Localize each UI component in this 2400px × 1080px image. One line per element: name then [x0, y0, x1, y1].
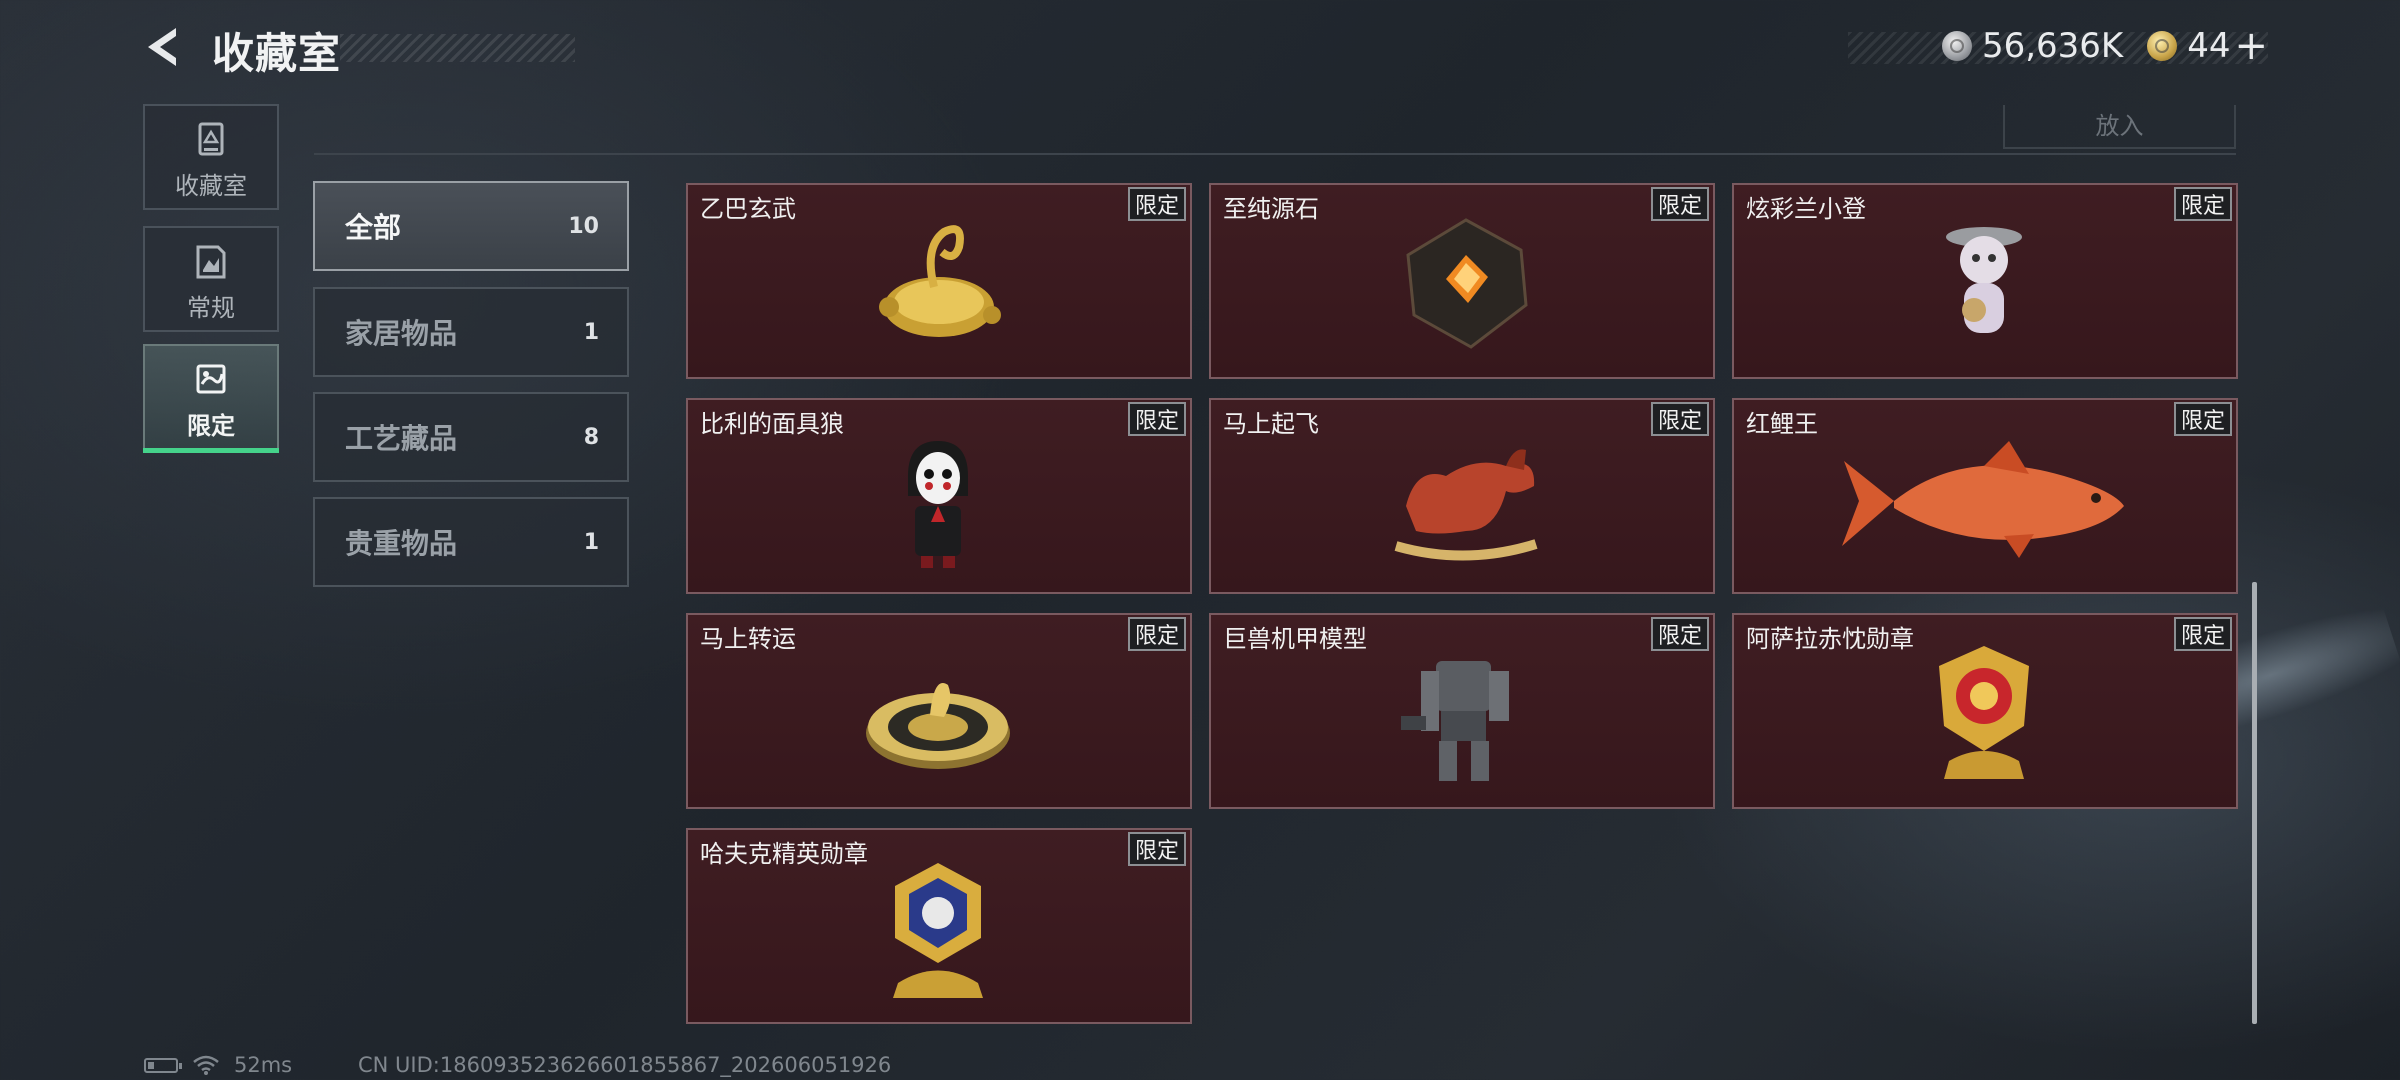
document-icon [196, 245, 226, 279]
page-title: 收藏室 [212, 29, 342, 78]
category-label: 全部 [345, 211, 402, 244]
limited-badge: 限定 [2174, 617, 2232, 651]
gold-tortoise-icon [879, 225, 1001, 337]
silver-currency-amount: 56,636K [1981, 26, 2124, 66]
scrollbar[interactable] [2252, 582, 2257, 1024]
item-name: 比利的面具狼 [700, 410, 844, 438]
limited-badge: 限定 [1651, 402, 1709, 436]
item-card[interactable]: 巨兽机甲模型 限定 [1209, 613, 1715, 809]
sidenav-item-label: 常规 [187, 294, 235, 322]
limited-icon [196, 364, 226, 394]
status-bar: 52ms [144, 1053, 292, 1077]
title-decoration [340, 34, 575, 62]
item-card[interactable]: 至纯源石 限定 [1209, 183, 1715, 379]
item-card[interactable]: 阿萨拉赤忱勋章 限定 [1732, 613, 2238, 809]
crystal-stone-icon [1406, 218, 1528, 349]
category-home-items[interactable]: 家居物品 1 [313, 287, 629, 377]
item-name: 红鲤王 [1746, 410, 1818, 438]
silver-coin-icon [1941, 31, 1972, 61]
add-currency-button[interactable]: + [2234, 23, 2268, 69]
item-name: 哈夫克精英勋章 [700, 840, 868, 868]
red-carp-icon [1842, 441, 2124, 558]
category-count: 8 [583, 424, 599, 450]
category-count: 10 [568, 213, 599, 239]
red-horse-icon [1394, 449, 1538, 561]
back-arrow-icon[interactable] [140, 24, 186, 70]
item-card[interactable]: 哈夫克精英勋章 限定 [686, 828, 1192, 1024]
category-valuables[interactable]: 贵重物品 1 [313, 497, 629, 587]
item-card[interactable]: 炫彩兰小登 限定 [1732, 183, 2238, 379]
sidenav-item-limited[interactable]: 限定 [143, 344, 279, 450]
sidenav-item-regular[interactable]: 常规 [143, 226, 279, 332]
limited-badge: 限定 [1128, 187, 1186, 221]
item-name: 马上转运 [700, 625, 796, 653]
item-card[interactable]: 乙巴玄武 限定 [686, 183, 1192, 379]
limited-badge: 限定 [1128, 617, 1186, 651]
sidenav-item-label: 收藏室 [175, 172, 247, 200]
category-count: 1 [583, 529, 599, 555]
sidenav-item-label: 限定 [187, 412, 235, 440]
user-uid: CN UID:186093523626601855867_20260605192… [358, 1053, 892, 1077]
golden-disc-icon [866, 683, 1010, 769]
mech-model-icon [1401, 661, 1509, 781]
trophy-icon [198, 122, 224, 156]
item-name: 至纯源石 [1223, 195, 1319, 223]
ping-value: 52ms [234, 1053, 293, 1077]
put-in-button[interactable]: 放入 [2003, 105, 2236, 149]
puppet-doll-icon [908, 441, 968, 568]
gold-coin-icon [2147, 31, 2178, 61]
figurine-icon [1946, 227, 2022, 333]
item-name: 乙巴玄武 [700, 195, 796, 223]
category-crafts[interactable]: 工艺藏品 8 [313, 392, 629, 482]
item-card[interactable]: 红鲤王 限定 [1732, 398, 2238, 594]
gold-medal-icon [1939, 646, 2029, 779]
sidenav-item-collection-room[interactable]: 收藏室 [143, 104, 279, 210]
limited-badge: 限定 [1128, 832, 1186, 866]
limited-badge: 限定 [1651, 617, 1709, 651]
limited-badge: 限定 [2174, 187, 2232, 221]
category-count: 1 [583, 319, 599, 345]
item-card[interactable]: 马上起飞 限定 [1209, 398, 1715, 594]
category-label: 家居物品 [345, 317, 458, 350]
wifi-icon [193, 1055, 219, 1075]
content-divider [314, 153, 2236, 155]
active-tab-indicator [143, 448, 279, 453]
item-card[interactable]: 比利的面具狼 限定 [686, 398, 1192, 594]
category-label: 贵重物品 [345, 527, 458, 560]
item-name: 阿萨拉赤忱勋章 [1746, 625, 1914, 653]
item-name: 炫彩兰小登 [1746, 195, 1866, 223]
item-name: 巨兽机甲模型 [1223, 625, 1367, 653]
battery-icon [144, 1057, 182, 1073]
currency-bar: 56,636K 44 + [1862, 23, 2268, 69]
category-all[interactable]: 全部 10 [313, 181, 629, 271]
item-card[interactable]: 马上转运 限定 [686, 613, 1192, 809]
item-name: 马上起飞 [1223, 410, 1319, 438]
gold-currency-amount: 44 [2187, 26, 2231, 66]
limited-badge: 限定 [2174, 402, 2232, 436]
category-label: 工艺藏品 [345, 422, 458, 455]
limited-badge: 限定 [1128, 402, 1186, 436]
limited-badge: 限定 [1651, 187, 1709, 221]
blue-medal-icon [893, 863, 983, 998]
